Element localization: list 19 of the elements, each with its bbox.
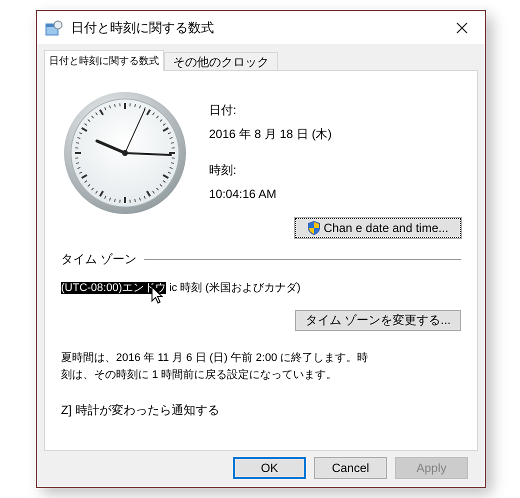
- tab[interactable]: 日付と時刻に関する数式: [44, 50, 164, 71]
- date-value: 2016 年 8 月 18 日 (木): [209, 126, 332, 143]
- time-value: 10:04:16 AM: [209, 186, 278, 203]
- change-date-time-button[interactable]: Chan e date and time...: [295, 218, 461, 238]
- window-title: 日付と時刻に関する数式: [71, 18, 215, 37]
- close-icon: [456, 22, 468, 34]
- daylight-saving-note: 夏時間は、2016 年 11 月 6 日 (日) 午前 2:00 に終了します。時刻は、その時刻に 1 時間前に戻る設定になっています。: [61, 350, 370, 382]
- date-label: 日付:: [209, 102, 238, 119]
- change-time-zone-button[interactable]: タイム ゾーンを変更する...: [295, 310, 461, 330]
- dialog-button[interactable]: Cancel: [314, 457, 387, 479]
- time-label: 時刻:: [209, 162, 238, 179]
- section-heading: タイム ゾーン: [61, 251, 136, 268]
- time-zone-value: (UTC-08:00)エンドウ ic 時刻 (米国およびカナダ): [61, 280, 301, 296]
- shield-icon: [308, 221, 320, 235]
- calendar-clock-icon: [45, 20, 63, 36]
- checkbox-mark[interactable]: Z]: [61, 400, 72, 418]
- checkbox-label: 時計が変わったら通知する: [76, 402, 220, 418]
- tab[interactable]: その他のクロック: [164, 52, 278, 70]
- dialog-button[interactable]: OK: [233, 457, 306, 479]
